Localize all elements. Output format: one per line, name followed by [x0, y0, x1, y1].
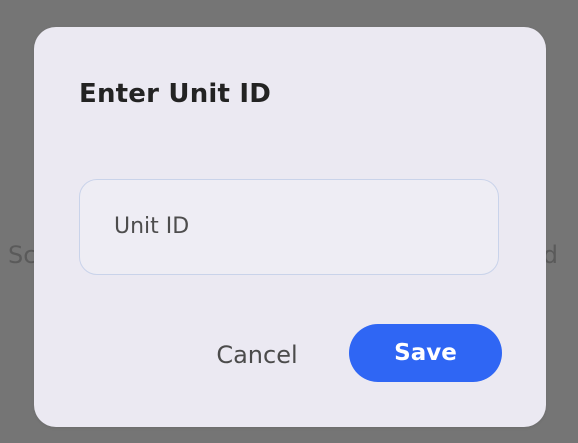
unit-id-input[interactable]: Unit ID [79, 179, 499, 275]
app-screen: Sc ed Enter Unit ID Unit ID Cancel Save [0, 0, 578, 443]
unit-id-dialog: Enter Unit ID Unit ID Cancel Save [34, 27, 546, 427]
dialog-title: Enter Unit ID [79, 79, 272, 109]
save-button[interactable]: Save [349, 324, 502, 382]
unit-id-placeholder: Unit ID [114, 214, 190, 239]
background-text-left: Sc [8, 241, 37, 269]
cancel-button[interactable]: Cancel [197, 332, 317, 378]
